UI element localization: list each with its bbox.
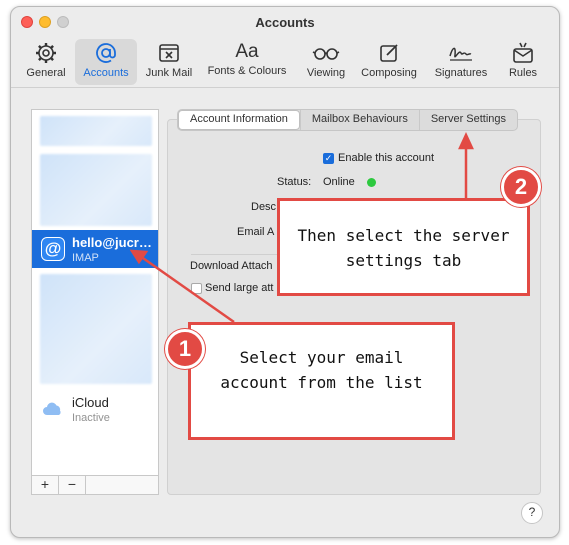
arrow-to-account-list (139, 254, 235, 324)
step-2-badge: 2 (501, 167, 541, 207)
step-1-badge: 1 (165, 329, 205, 369)
step-2-callout: Then select the server settings tab (277, 198, 530, 296)
arrow-head-account-list (129, 249, 149, 265)
arrow-head-server-settings (458, 132, 474, 150)
step-1-callout: Select your email account from the list (188, 322, 455, 440)
